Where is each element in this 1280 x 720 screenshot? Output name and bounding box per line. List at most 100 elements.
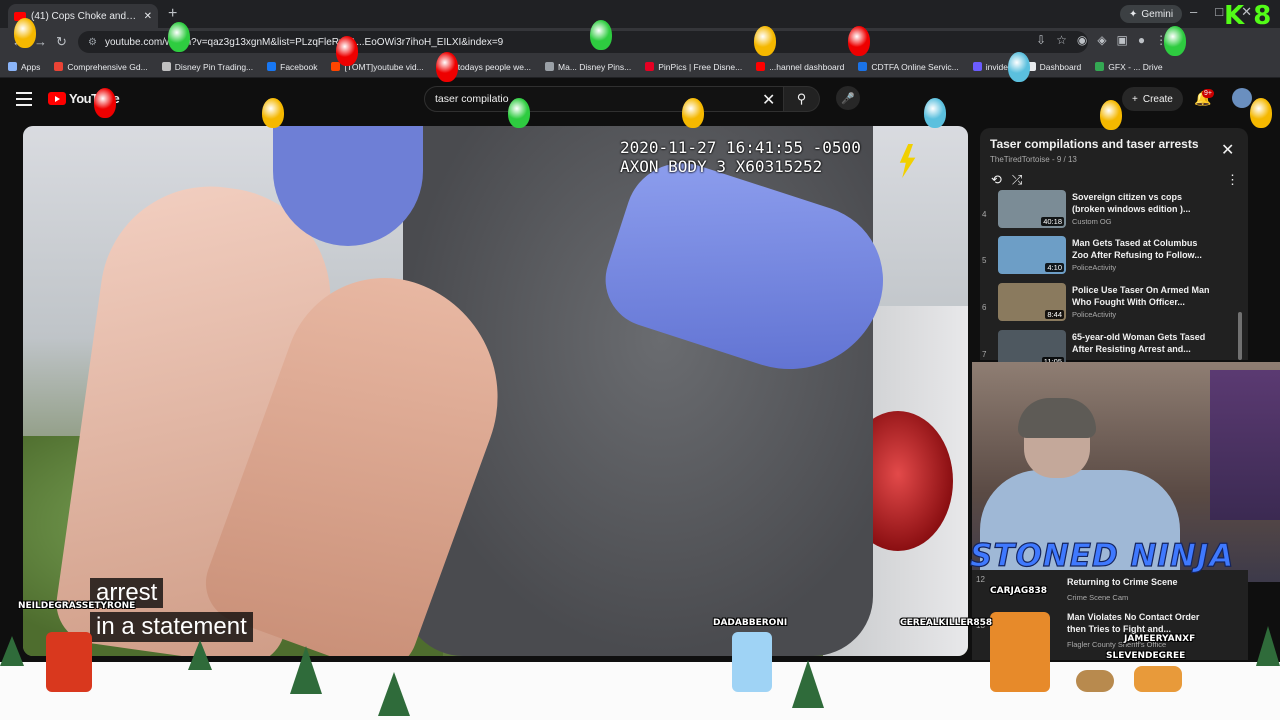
kick-badge: K 8 bbox=[1224, 1, 1272, 31]
bookmark-label: Disney Pin Trading... bbox=[174, 61, 254, 72]
christmas-bulb bbox=[1100, 100, 1122, 130]
search-input[interactable]: taser compilatio bbox=[424, 86, 784, 112]
playlist-close-icon[interactable]: ✕ bbox=[1221, 140, 1234, 160]
playlist-item-thumbnail[interactable]: 40:18 bbox=[998, 190, 1066, 228]
new-tab-button[interactable]: + bbox=[168, 5, 177, 23]
shuffle-icon[interactable]: ⤮ bbox=[1012, 172, 1032, 187]
extension-icon[interactable]: ◈ bbox=[1097, 33, 1106, 47]
playlist-more-icon[interactable]: ⋮ bbox=[1226, 172, 1239, 188]
plus-icon: + bbox=[1132, 93, 1138, 105]
goku-sprite bbox=[990, 612, 1050, 692]
create-button[interactable]: + Create bbox=[1122, 87, 1183, 111]
bookmark-label: ...hannel dashboard bbox=[769, 61, 845, 72]
url-text: youtube.com/watch?v=qaz3g13xgnM&list=PLz… bbox=[104, 36, 504, 48]
bookmark-favicon-icon bbox=[645, 62, 655, 71]
bookmark-item[interactable]: Disney Pin Trading... bbox=[161, 61, 254, 72]
bookmark-favicon-icon bbox=[756, 62, 766, 71]
puzzle-icon[interactable]: ▣ bbox=[1117, 33, 1128, 47]
bookmark-label: GFX - ... Drive bbox=[1108, 61, 1163, 72]
bookmark-item[interactable]: GFX - ... Drive bbox=[1095, 61, 1163, 72]
bookmark-label: Facebook bbox=[280, 61, 318, 72]
playlist-item-number: 12 bbox=[976, 575, 985, 584]
bookmark-item[interactable]: CDTFA Online Servic... bbox=[858, 61, 959, 72]
playlist-item-channel: PoliceActivity bbox=[1072, 310, 1117, 319]
caption-line: in a statement bbox=[90, 612, 253, 642]
reload-icon[interactable]: ↻ bbox=[56, 34, 67, 50]
chat-name: SLEVENDEGREE bbox=[1106, 651, 1186, 661]
playlist-scrollbar[interactable] bbox=[1238, 312, 1242, 360]
bookmark-item[interactable]: PinPics | Free Disne... bbox=[645, 62, 742, 72]
bookmark-item[interactable]: Comprehensive Gd... bbox=[54, 61, 148, 72]
bookmark-label: CDTFA Online Servic... bbox=[871, 61, 959, 72]
bookmark-label: PinPics | Free Disne... bbox=[658, 61, 743, 72]
christmas-bulb bbox=[682, 98, 704, 128]
bookmark-item[interactable]: Dashboard bbox=[1026, 62, 1081, 72]
bookmark-star-icon[interactable]: ☆ bbox=[1056, 33, 1067, 47]
hamburger-menu-icon[interactable] bbox=[16, 92, 32, 106]
duration-badge: 40:18 bbox=[1041, 217, 1064, 226]
playlist-item-title[interactable]: Man Violates No Contact Order then Tries… bbox=[1067, 611, 1207, 635]
playlist-item[interactable]: 4 40:18 Sovereign citizen vs cops (broken … bbox=[982, 190, 1232, 236]
install-icon[interactable]: ⇩ bbox=[1036, 33, 1046, 47]
playlist-item-title[interactable]: Police Use Taser On Armed Man Who Fought… bbox=[1072, 284, 1212, 308]
loop-icon[interactable]: ⟲ bbox=[991, 172, 1012, 187]
playlist-item-channel: PoliceActivity bbox=[1072, 263, 1117, 272]
christmas-bulb bbox=[848, 26, 870, 56]
potato-sprite bbox=[1076, 670, 1114, 692]
christmas-bulb bbox=[262, 98, 284, 128]
playlist-item-title[interactable]: Man Gets Tased at Columbus Zoo After Ref… bbox=[1072, 237, 1212, 261]
bookmark-favicon-icon bbox=[8, 62, 17, 71]
profile-icon[interactable]: ● bbox=[1138, 33, 1145, 47]
bookmark-favicon-icon bbox=[267, 62, 277, 71]
playlist-controls: ⟲⤮ bbox=[991, 172, 1032, 188]
playlist-item-number: 5 bbox=[982, 256, 987, 265]
bookmark-item[interactable]: Ma... Disney Pins... bbox=[545, 62, 631, 72]
clear-search-icon[interactable]: ✕ bbox=[762, 90, 775, 110]
extension-icon[interactable]: ◉ bbox=[1077, 33, 1087, 47]
playlist-item-thumbnail[interactable]: 8:44 bbox=[998, 283, 1066, 321]
bodycam-device: AXON BODY 3 X60315252 bbox=[620, 157, 823, 176]
bodycam-timestamp: 2020-11-27 16:41:55 -0500 bbox=[620, 138, 861, 157]
tab-title: (41) Cops Choke and Use Ta bbox=[31, 10, 139, 22]
tab-close-icon[interactable]: ✕ bbox=[144, 11, 152, 22]
voice-search-icon[interactable]: 🎤 bbox=[836, 86, 860, 110]
pine-tree bbox=[290, 646, 322, 694]
avatar[interactable] bbox=[1232, 88, 1252, 108]
webcam-wall-art bbox=[1210, 370, 1280, 520]
christmas-bulb bbox=[508, 98, 530, 128]
bookmark-item[interactable]: invideo bbox=[972, 62, 1013, 72]
chat-name: CARJAG838 bbox=[990, 586, 1047, 596]
sparkle-icon: ✦ bbox=[1129, 8, 1138, 20]
extensions-area: ⇩ ☆ ◉ ◈ ▣ ● ⋮ bbox=[1036, 33, 1167, 47]
bookmark-item[interactable]: Facebook bbox=[267, 62, 317, 72]
search-button[interactable]: ⚲ bbox=[784, 86, 820, 112]
playlist-item-thumbnail[interactable]: 4:10 bbox=[998, 236, 1066, 274]
playlist-item[interactable]: 5 4:10 Man Gets Tased at Columbus Zoo Afte… bbox=[982, 236, 1232, 282]
bookmark-label: If todays people we... bbox=[450, 61, 532, 72]
gemini-button[interactable]: ✦ Gemini bbox=[1120, 5, 1183, 23]
duration-badge: 4:10 bbox=[1045, 263, 1064, 272]
christmas-bulb bbox=[924, 98, 946, 128]
forward-icon[interactable]: → bbox=[34, 34, 47, 49]
gemini-label: Gemini bbox=[1141, 8, 1174, 20]
christmas-bulb bbox=[590, 20, 612, 50]
bookmark-label: Comprehensive Gd... bbox=[67, 61, 148, 72]
christmas-bulb bbox=[754, 26, 776, 56]
chat-name: JAMEERYANXF bbox=[1124, 634, 1196, 644]
site-info-icon[interactable]: ⚙ bbox=[88, 37, 97, 48]
bookmark-item[interactable]: Apps bbox=[8, 62, 40, 72]
playlist-item-title[interactable]: 65-year-old Woman Gets Tased After Resis… bbox=[1072, 331, 1212, 355]
bookmark-item[interactable]: ...hannel dashboard bbox=[756, 62, 844, 72]
bookmark-favicon-icon bbox=[54, 62, 64, 71]
address-bar[interactable]: ⚙ youtube.com/watch?v=qaz3g13xgnM&list=P… bbox=[78, 31, 1088, 53]
ironman-sprite bbox=[46, 632, 92, 692]
bookmark-favicon-icon bbox=[972, 62, 982, 71]
playlist-item-title[interactable]: Returning to Crime Scene bbox=[1067, 577, 1178, 587]
tab-strip bbox=[0, 0, 1280, 28]
playlist-title[interactable]: Taser compilations and taser arrests bbox=[990, 137, 1199, 151]
playlist-item-title[interactable]: Sovereign citizen vs cops (broken window… bbox=[1072, 191, 1212, 215]
bookmark-favicon-icon bbox=[161, 62, 171, 71]
christmas-bulb bbox=[1250, 98, 1272, 128]
video-player[interactable]: 2020-11-27 16:41:55 -0500 AXON BODY 3 X6… bbox=[23, 126, 968, 656]
playlist-item[interactable]: 6 8:44 Police Use Taser On Armed Man Who F… bbox=[982, 283, 1232, 329]
